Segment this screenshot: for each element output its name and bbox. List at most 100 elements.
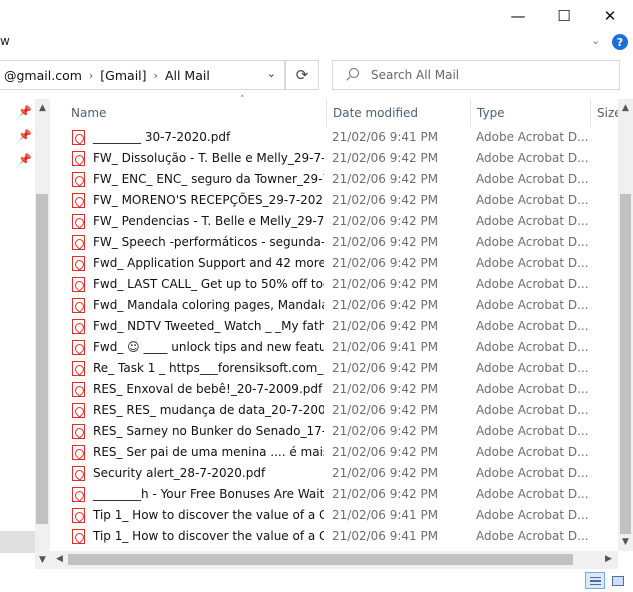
column-header-type[interactable]: Type bbox=[471, 99, 591, 127]
horizontal-scroll-thumb[interactable] bbox=[68, 554, 573, 565]
breadcrumb-gmail[interactable]: [Gmail] bbox=[96, 68, 150, 83]
scroll-down-icon[interactable]: ▼ bbox=[618, 537, 633, 547]
address-bar[interactable]: @gmail.com › [Gmail] › All Mail ⌄ bbox=[0, 60, 285, 90]
pdf-file-icon bbox=[72, 466, 85, 481]
pdf-file-icon bbox=[72, 298, 85, 313]
file-row[interactable]: RES_ Sarney no Bunker do Senado_17-7-2..… bbox=[50, 421, 618, 442]
ribbon-tabs: w ⌄ ? bbox=[0, 32, 633, 54]
file-row[interactable]: FW_ Dissolução - T. Belle e Melly_29-7-2… bbox=[50, 148, 618, 169]
file-name-cell[interactable]: Fwd_ NDTV Tweeted_ Watch _ _My father ..… bbox=[72, 316, 324, 337]
address-dropdown-icon[interactable]: ⌄ bbox=[267, 67, 276, 80]
title-bar: — ☐ ✕ bbox=[0, 0, 633, 32]
file-name-cell[interactable]: Tip 1_ How to discover the value of a Go… bbox=[72, 505, 324, 526]
file-row[interactable]: FW_ Pendencias - T. Belle e Melly_29-7-2… bbox=[50, 211, 618, 232]
file-row[interactable]: ________h - Your Free Bonuses Are Wait..… bbox=[50, 484, 618, 505]
scroll-up-icon[interactable]: ▲ bbox=[618, 103, 633, 113]
file-name: FW_ Dissolução - T. Belle e Melly_29-7-2… bbox=[93, 151, 324, 165]
close-button[interactable]: ✕ bbox=[587, 0, 633, 32]
file-row[interactable]: Re_ Task 1 _ https___forensiksoft.com_ [… bbox=[50, 358, 618, 379]
file-row[interactable]: FW_ ENC_ ENC_ seguro da Towner_29-7-... 2… bbox=[50, 169, 618, 190]
chevron-right-icon[interactable]: › bbox=[86, 69, 96, 82]
file-date-modified: 21/02/06 9:42 PM bbox=[332, 445, 439, 459]
scroll-left-icon[interactable]: ◀ bbox=[52, 554, 67, 564]
file-type: Adobe Acrobat D... bbox=[476, 151, 589, 165]
navigation-pane: 📌 📌 📌 bbox=[0, 99, 35, 569]
file-name-cell[interactable]: FW_ MORENO'S RECEPÇÕES_29-7-2020... bbox=[72, 190, 324, 211]
file-type: Adobe Acrobat D... bbox=[476, 529, 589, 543]
file-row[interactable]: Security alert_28-7-2020.pdf 21/02/06 9:4… bbox=[50, 463, 618, 484]
column-header-date-modified[interactable]: Date modified bbox=[327, 99, 471, 127]
navigation-scrollbar[interactable]: ▲ ▼ bbox=[35, 99, 50, 569]
file-name-cell[interactable]: RES_ RES_ mudança de data_20-7-2009.pdf bbox=[72, 400, 324, 421]
file-list-scroll-thumb[interactable] bbox=[620, 194, 631, 534]
scroll-up-icon[interactable]: ▲ bbox=[35, 103, 50, 113]
file-name-cell[interactable]: RES_ Enxoval de bebê!_20-7-2009.pdf bbox=[72, 379, 324, 400]
breadcrumb-account[interactable]: @gmail.com bbox=[0, 68, 86, 83]
file-name-cell[interactable]: Security alert_28-7-2020.pdf bbox=[72, 463, 324, 484]
file-name-cell[interactable]: FW_ Speech -performáticos - segunda-fe..… bbox=[72, 232, 324, 253]
refresh-button[interactable]: ⟳ bbox=[285, 60, 319, 90]
file-row[interactable]: Fwd_ Mandala coloring pages, Mandala ...… bbox=[50, 295, 618, 316]
file-name-cell[interactable]: Fwd_ Mandala coloring pages, Mandala ... bbox=[72, 295, 324, 316]
chevron-down-icon[interactable]: ⌄ bbox=[591, 34, 600, 47]
horizontal-scrollbar[interactable]: ◀ ▶ bbox=[50, 551, 618, 569]
file-name-cell[interactable]: ________ 30-7-2020.pdf bbox=[72, 127, 324, 148]
maximize-button[interactable]: ☐ bbox=[541, 0, 587, 32]
pdf-file-icon bbox=[72, 382, 85, 397]
file-row[interactable]: Fwd_ ☺ ____ unlock tips and new featur..… bbox=[50, 337, 618, 358]
column-header-name[interactable]: Name bbox=[65, 99, 327, 127]
file-row[interactable]: RES_ RES_ mudança de data_20-7-2009.pdf 2… bbox=[50, 400, 618, 421]
file-name-cell[interactable]: Fwd_ ☺ ____ unlock tips and new featur..… bbox=[72, 337, 324, 358]
ribbon-tab-view[interactable]: w bbox=[0, 34, 10, 48]
navigation-scroll-thumb[interactable] bbox=[36, 194, 48, 524]
file-name-cell[interactable]: FW_ Dissolução - T. Belle e Melly_29-7-2… bbox=[72, 148, 324, 169]
file-name: Fwd_ NDTV Tweeted_ Watch _ _My father ..… bbox=[93, 319, 324, 333]
pdf-file-icon bbox=[72, 403, 85, 418]
search-box[interactable] bbox=[332, 60, 620, 90]
scroll-down-icon[interactable]: ▼ bbox=[35, 555, 50, 565]
file-name-cell[interactable]: FW_ ENC_ ENC_ seguro da Towner_29-7-... bbox=[72, 169, 324, 190]
scroll-right-icon[interactable]: ▶ bbox=[601, 554, 616, 564]
pdf-file-icon bbox=[72, 277, 85, 292]
file-row[interactable]: Tip 1_ How to discover the value of a Go… bbox=[50, 505, 618, 526]
chevron-right-icon[interactable]: › bbox=[151, 69, 161, 82]
file-list-scrollbar[interactable]: ▲ ▼ bbox=[618, 99, 633, 551]
file-name-cell[interactable]: FW_ Pendencias - T. Belle e Melly_29-7-2… bbox=[72, 211, 324, 232]
search-input[interactable] bbox=[371, 68, 611, 82]
column-header-size[interactable]: Size bbox=[591, 99, 618, 127]
pin-icon[interactable]: 📌 bbox=[18, 153, 32, 166]
file-name-cell[interactable]: RES_ Ser pai de uma menina .... é mais o… bbox=[72, 442, 324, 463]
file-name-cell[interactable]: RES_ Sarney no Bunker do Senado_17-7-2..… bbox=[72, 421, 324, 442]
file-row[interactable]: Tip 1_ How to discover the value of a Go… bbox=[50, 526, 618, 547]
file-type: Adobe Acrobat D... bbox=[476, 214, 589, 228]
help-icon[interactable]: ? bbox=[612, 34, 628, 50]
file-row[interactable]: Fwd_ NDTV Tweeted_ Watch _ _My father ..… bbox=[50, 316, 618, 337]
file-row[interactable]: FW_ Speech -performáticos - segunda-fe..… bbox=[50, 232, 618, 253]
pin-icon[interactable]: 📌 bbox=[18, 105, 32, 118]
file-row[interactable]: FW_ MORENO'S RECEPÇÕES_29-7-2020... 21/02… bbox=[50, 190, 618, 211]
pin-icon[interactable]: 📌 bbox=[18, 129, 32, 142]
file-name-cell[interactable]: Fwd_ LAST CALL_ Get up to 50% off toda..… bbox=[72, 274, 324, 295]
file-name-cell[interactable]: Fwd_ Application Support and 42 more I..… bbox=[72, 253, 324, 274]
file-row[interactable]: Fwd_ LAST CALL_ Get up to 50% off toda..… bbox=[50, 274, 618, 295]
file-name-cell[interactable]: ________h - Your Free Bonuses Are Wait..… bbox=[72, 484, 324, 505]
file-date-modified: 21/02/06 9:42 PM bbox=[332, 319, 439, 333]
file-row[interactable]: RES_ Enxoval de bebê!_20-7-2009.pdf 21/02… bbox=[50, 379, 618, 400]
file-type: Adobe Acrobat D... bbox=[476, 487, 589, 501]
file-row[interactable]: RES_ Ser pai de uma menina .... é mais o… bbox=[50, 442, 618, 463]
nav-item-selected[interactable] bbox=[0, 531, 35, 553]
file-row[interactable]: Fwd_ Application Support and 42 more I..… bbox=[50, 253, 618, 274]
refresh-icon: ⟳ bbox=[295, 66, 309, 84]
file-name: Tip 1_ How to discover the value of a Go… bbox=[93, 508, 324, 522]
file-type: Adobe Acrobat D... bbox=[476, 382, 589, 396]
minimize-button[interactable]: — bbox=[495, 0, 541, 32]
details-view-button[interactable] bbox=[585, 572, 605, 589]
file-date-modified: 21/02/06 9:42 PM bbox=[332, 214, 439, 228]
file-row[interactable]: ________ 30-7-2020.pdf 21/02/06 9:41 PM Ad… bbox=[50, 127, 618, 148]
file-name-cell[interactable]: Tip 1_ How to discover the value of a Go… bbox=[72, 526, 324, 547]
file-date-modified: 21/02/06 9:42 PM bbox=[332, 361, 439, 375]
file-date-modified: 21/02/06 9:42 PM bbox=[332, 466, 439, 480]
large-icons-view-button[interactable] bbox=[607, 572, 627, 589]
file-name-cell[interactable]: Re_ Task 1 _ https___forensiksoft.com_ [… bbox=[72, 358, 324, 379]
breadcrumb-all-mail[interactable]: All Mail bbox=[161, 68, 214, 83]
